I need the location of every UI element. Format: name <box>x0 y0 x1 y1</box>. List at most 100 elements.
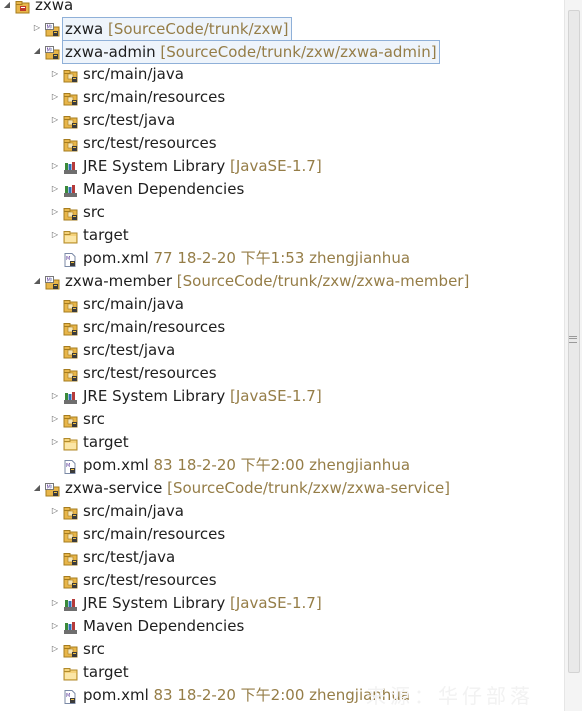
tree-row[interactable]: ▷ src/main/java <box>50 500 565 522</box>
item-name: src/main/resources <box>83 525 226 543</box>
tree-row[interactable]: ▷ src/main/resources <box>50 86 565 108</box>
tree-item-label[interactable]: src/test/java <box>83 546 175 568</box>
collapse-arrow-icon[interactable]: ◢ <box>32 477 42 499</box>
tree-item-label[interactable]: src/main/java <box>83 63 184 85</box>
tree-item-label[interactable]: src <box>83 638 105 660</box>
library-icon <box>63 619 78 634</box>
source-folder-icon <box>63 642 78 658</box>
watermark: 来源：华仔部落 <box>366 684 534 708</box>
tree-row[interactable]: Mpom.xml 83 18-2-20 下午2:00 zhengjianhua <box>50 454 565 476</box>
maven-project-icon: M1 <box>45 21 60 37</box>
tree-row[interactable]: ▷ src/test/java <box>50 109 565 131</box>
collapse-arrow-icon[interactable]: ◢ <box>32 270 42 292</box>
tree-row[interactable]: ◢ zxwa <box>2 0 565 16</box>
tree-item-label[interactable]: src/main/resources <box>83 86 225 108</box>
expand-arrow-icon[interactable]: ▷ <box>50 224 60 246</box>
tree-item-label[interactable]: Maven Dependencies <box>83 178 244 200</box>
tree-row[interactable]: ▷ JRE System Library [JavaSE-1.7] <box>50 592 565 614</box>
item-name: zxwa-admin <box>65 43 156 61</box>
expand-arrow-icon[interactable]: ▷ <box>32 17 42 39</box>
tree-row[interactable]: ▷ M 1 zxwa [SourceCode/trunk/zxw] <box>32 17 565 41</box>
expand-arrow-icon[interactable]: ▷ <box>50 592 60 614</box>
expand-arrow-icon[interactable]: ▷ <box>50 615 60 637</box>
tree-item-label[interactable]: pom.xml 77 18-2-20 下午1:53 zhengjianhua <box>83 247 410 269</box>
expand-arrow-icon[interactable]: ▷ <box>50 500 60 522</box>
tree-item-label[interactable]: JRE System Library [JavaSE-1.7] <box>83 385 322 407</box>
expand-arrow-icon[interactable]: ▷ <box>50 109 60 131</box>
tree-item-label[interactable]: zxwa [SourceCode/trunk/zxw] <box>62 17 292 41</box>
tree-row[interactable]: src/test/java <box>50 546 565 568</box>
tree-row[interactable]: ▷ target <box>50 431 565 453</box>
tree-row[interactable]: ▷ JRE System Library [JavaSE-1.7] <box>50 385 565 407</box>
source-folder-icon <box>63 573 78 589</box>
expand-arrow-icon[interactable]: ▷ <box>50 638 60 660</box>
expand-arrow-icon[interactable]: ▷ <box>50 385 60 407</box>
tree-item-label[interactable]: src/main/java <box>83 500 184 522</box>
tree-item-label[interactable]: JRE System Library [JavaSE-1.7] <box>83 592 322 614</box>
tree-item-label[interactable]: src/test/resources <box>83 362 217 384</box>
item-decoration: [JavaSE-1.7] <box>225 157 322 175</box>
tree-row[interactable]: ▷ Maven Dependencies <box>50 178 565 200</box>
tree-row[interactable]: Mpom.xml 77 18-2-20 下午1:53 zhengjianhua <box>50 247 565 269</box>
item-name: JRE System Library <box>83 387 226 405</box>
tree-item-label[interactable]: target <box>83 431 129 453</box>
item-decoration: [SourceCode/trunk/zxw] <box>103 20 289 38</box>
expand-arrow-icon[interactable]: ▷ <box>50 431 60 453</box>
tree-row[interactable]: src/main/java <box>50 293 565 315</box>
expand-arrow-icon[interactable]: ▷ <box>50 201 60 223</box>
tree-row[interactable]: src/test/resources <box>50 362 565 384</box>
project-explorer-tree[interactable]: ◢ zxwa ▷ M 1 zxwa [SourceCode/trunk/zxw] ◢ M 1 zx… <box>0 0 565 711</box>
tree-row[interactable]: ◢ M 1 zxwa-admin [SourceCode/trunk/zxw/zxwa… <box>32 40 565 64</box>
tree-item-label[interactable]: src/main/java <box>83 293 184 315</box>
expand-arrow-icon[interactable]: ▷ <box>50 86 60 108</box>
tree-row[interactable]: src/main/resources <box>50 523 565 545</box>
tree-row[interactable]: ▷ src <box>50 201 565 223</box>
expand-arrow-icon[interactable]: ▷ <box>50 155 60 177</box>
tree-row[interactable]: ◢ M 1 zxwa-service [SourceCode/trunk/zxw/zx… <box>32 477 565 499</box>
tree-row[interactable]: ▷ Maven Dependencies <box>50 615 565 637</box>
tree-item-label[interactable]: src/test/resources <box>83 569 217 591</box>
tree-item-label[interactable]: src/test/java <box>83 339 175 361</box>
tree-row[interactable]: src/test/resources <box>50 132 565 154</box>
tree-item-label[interactable]: src/main/resources <box>83 316 225 338</box>
tree-item-label[interactable]: src/main/resources <box>83 523 225 545</box>
xml-file-icon: M <box>63 688 78 704</box>
tree-item-label[interactable]: zxwa-service [SourceCode/trunk/zxw/zxwa-… <box>65 477 450 499</box>
tree-row[interactable]: ▷ src <box>50 638 565 660</box>
tree-item-label[interactable]: Maven Dependencies <box>83 615 244 637</box>
tree-item-label[interactable]: pom.xml 83 18-2-20 下午2:00 zhengjianhua <box>83 684 410 706</box>
tree-item-label[interactable]: pom.xml 83 18-2-20 下午2:00 zhengjianhua <box>83 454 410 476</box>
vertical-scrollbar[interactable] <box>564 0 582 711</box>
tree-item-label[interactable]: JRE System Library [JavaSE-1.7] <box>83 155 322 177</box>
svg-text:1: 1 <box>50 47 52 51</box>
tree-item-label[interactable]: target <box>83 661 129 683</box>
tree-row[interactable]: src/test/resources <box>50 569 565 591</box>
tree-row[interactable]: src/test/java <box>50 339 565 361</box>
expand-arrow-icon[interactable]: ▷ <box>50 63 60 85</box>
tree-item-label[interactable]: src/test/resources <box>83 132 217 154</box>
tree-item-label[interactable]: zxwa-member [SourceCode/trunk/zxw/zxwa-m… <box>65 270 469 292</box>
tree-row[interactable]: ▷ src/main/java <box>50 63 565 85</box>
tree-row[interactable]: src/main/resources <box>50 316 565 338</box>
tree-item-label[interactable]: zxwa-admin [SourceCode/trunk/zxw/zxwa-ad… <box>62 40 440 64</box>
tree-item-label[interactable]: zxwa <box>35 0 73 16</box>
tree-item-label[interactable]: src <box>83 201 105 223</box>
svg-text:M: M <box>66 693 70 699</box>
tree-row[interactable]: ◢ M 1 zxwa-member [SourceCode/trunk/zxw/zxw… <box>32 270 565 292</box>
library-icon <box>63 596 78 611</box>
tree-item-label[interactable]: target <box>83 224 129 246</box>
tree-item-label[interactable]: src/test/java <box>83 109 175 131</box>
source-folder-icon <box>63 67 78 83</box>
tree-row[interactable]: ▷ JRE System Library [JavaSE-1.7] <box>50 155 565 177</box>
collapse-arrow-icon[interactable]: ◢ <box>2 0 12 16</box>
tree-item-label[interactable]: src <box>83 408 105 430</box>
expand-arrow-icon[interactable]: ▷ <box>50 408 60 430</box>
item-name: src <box>83 410 105 428</box>
collapse-arrow-icon[interactable]: ◢ <box>32 40 42 62</box>
tree-row[interactable]: ▷ src <box>50 408 565 430</box>
expand-arrow-icon[interactable]: ▷ <box>50 178 60 200</box>
tree-row[interactable]: ▷ target <box>50 224 565 246</box>
item-name: target <box>83 663 129 681</box>
